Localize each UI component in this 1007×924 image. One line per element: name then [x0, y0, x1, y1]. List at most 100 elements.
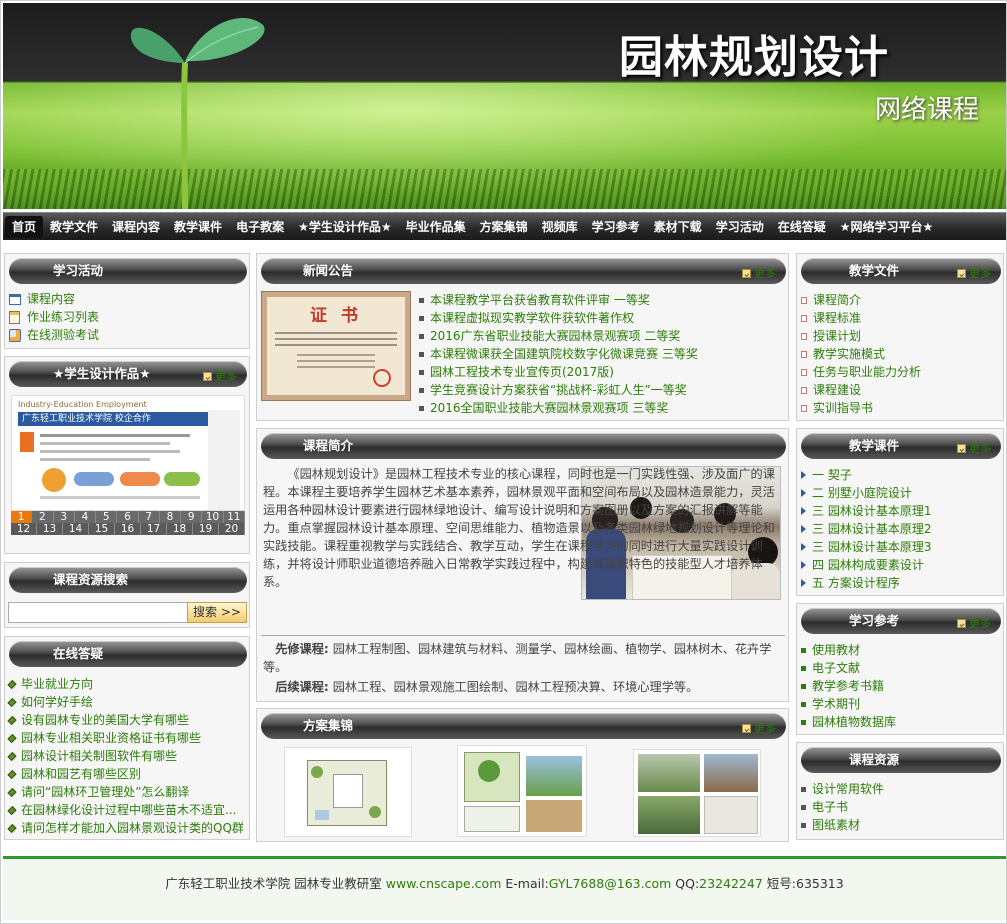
- page-number[interactable]: 20: [219, 523, 245, 535]
- qa-item[interactable]: 请问“园林环卫管理处”怎么翻译: [5, 783, 249, 801]
- more-icon: [203, 371, 212, 381]
- nav-course-content[interactable]: 课程内容: [105, 216, 167, 238]
- page-number[interactable]: 13: [37, 523, 63, 535]
- files-more[interactable]: 更多: [957, 265, 991, 281]
- page-number[interactable]: 18: [167, 523, 193, 535]
- nav-references[interactable]: 学习参考: [585, 216, 647, 238]
- page-number[interactable]: 16: [115, 523, 141, 535]
- page-number[interactable]: 5: [96, 511, 118, 523]
- news-item[interactable]: 2016广东省职业技能大赛园林景观赛项 二等奖: [415, 327, 785, 345]
- qa-item[interactable]: 在园林绿化设计过程中哪些苗木不适宜...: [5, 801, 249, 819]
- files-item[interactable]: 实训指导书: [797, 399, 1003, 417]
- resources-item[interactable]: 图纸素材: [797, 816, 1003, 834]
- refs-item[interactable]: 园林植物数据库: [797, 713, 1003, 731]
- files-item[interactable]: 教学实施模式: [797, 345, 1003, 363]
- plan-thumbnail[interactable]: [457, 745, 587, 837]
- refs-item[interactable]: 学术期刊: [797, 695, 1003, 713]
- certificate-image[interactable]: 证 书: [261, 291, 411, 401]
- files-item[interactable]: 授课计划: [797, 327, 1003, 345]
- nav-plans[interactable]: 方案集锦: [473, 216, 535, 238]
- activity-item[interactable]: 作业练习列表: [5, 308, 99, 326]
- refs-item[interactable]: 电子文献: [797, 659, 1003, 677]
- nav-slides[interactable]: 教学课件: [167, 216, 229, 238]
- plan-thumbnail[interactable]: [633, 749, 761, 837]
- news-item[interactable]: 本课程教学平台获省教育软件评审 一等奖: [415, 291, 785, 309]
- student-works-more[interactable]: 更多: [203, 368, 237, 384]
- page-number[interactable]: 7: [139, 511, 160, 523]
- resources-item[interactable]: 电子书: [797, 798, 1003, 816]
- slides-item[interactable]: 四 园林构成要素设计: [797, 556, 1003, 574]
- qa-item[interactable]: 毕业就业方向: [5, 675, 249, 693]
- refs-more[interactable]: 更多: [957, 615, 991, 631]
- page-number[interactable]: 9: [181, 511, 203, 523]
- files-item[interactable]: 课程建设: [797, 381, 1003, 399]
- plans-more[interactable]: 更多: [742, 720, 776, 736]
- resources-item[interactable]: 设计常用软件: [797, 780, 1003, 798]
- news-item[interactable]: 2016全国职业技能大赛园林景观赛项 三等奖: [415, 399, 785, 417]
- slides-item[interactable]: 二 别墅小庭院设计: [797, 484, 1003, 502]
- page-number[interactable]: 12: [11, 523, 37, 535]
- qa-item[interactable]: 园林专业相关职业资格证书有哪些: [5, 729, 249, 747]
- search-panel: 课程资源搜索 搜索 >>: [4, 562, 250, 628]
- slides-item[interactable]: 三 园林设计基本原理3: [797, 538, 1003, 556]
- qa-item[interactable]: 请问怎样才能加入园林景观设计类的QQ群: [5, 819, 249, 837]
- nav-videos[interactable]: 视频库: [535, 216, 585, 238]
- activity-item-label[interactable]: 在线测验考试: [27, 326, 99, 344]
- files-item[interactable]: 任务与职业能力分析: [797, 363, 1003, 381]
- files-item[interactable]: 课程简介: [797, 291, 1003, 309]
- slides-item[interactable]: 三 园林设计基本原理1: [797, 502, 1003, 520]
- activity-item-label[interactable]: 作业练习列表: [27, 308, 99, 326]
- search-input[interactable]: [8, 602, 188, 623]
- qa-item[interactable]: 园林设计相关制图软件有哪些: [5, 747, 249, 765]
- page-number[interactable]: 14: [63, 523, 89, 535]
- news-more[interactable]: 更多: [742, 265, 776, 281]
- search-button[interactable]: 搜索 >>: [187, 602, 247, 623]
- news-item[interactable]: 园林工程技术专业宣传页(2017版): [415, 363, 785, 381]
- footer-site-link[interactable]: www.cnscape.com: [386, 876, 502, 891]
- page-number[interactable]: 6: [117, 511, 139, 523]
- refs-item[interactable]: 使用教材: [797, 641, 1003, 659]
- nav-downloads[interactable]: 素材下载: [647, 216, 709, 238]
- page-number[interactable]: 11: [224, 511, 245, 523]
- page-number[interactable]: 17: [141, 523, 167, 535]
- activity-item-label[interactable]: 课程内容: [27, 290, 75, 308]
- news-item[interactable]: 学生竞赛设计方案获省“挑战杯-彩虹人生”一等奖: [415, 381, 785, 399]
- qa-item[interactable]: 设有园林专业的美国大学有哪些: [5, 711, 249, 729]
- qa-list: 毕业就业方向 如何学好手绘 设有园林专业的美国大学有哪些 园林专业相关职业资格证…: [5, 675, 249, 837]
- page-number[interactable]: 19: [193, 523, 219, 535]
- footer-email-link[interactable]: GYL7688@163.com: [549, 876, 672, 891]
- activity-item[interactable]: 课程内容: [5, 290, 99, 308]
- page-number[interactable]: 1: [11, 511, 33, 523]
- nav-activities[interactable]: 学习活动: [709, 216, 771, 238]
- student-work-poster[interactable]: Industry-Education Employment 广东轻工职业技术学院…: [11, 395, 245, 511]
- files-item[interactable]: 课程标准: [797, 309, 1003, 327]
- nav-student-works[interactable]: ★学生设计作品★: [291, 216, 399, 238]
- slides-more[interactable]: 更多: [957, 440, 991, 456]
- page-number[interactable]: 2: [32, 511, 54, 523]
- diamond-bullet-icon: [7, 823, 17, 833]
- page-number[interactable]: 8: [160, 511, 182, 523]
- plan-thumbnail[interactable]: [284, 747, 412, 837]
- refs-item[interactable]: 教学参考书籍: [797, 677, 1003, 695]
- news-item[interactable]: 本课程微课获全国建筑院校数字化微课竞赛 三等奖: [415, 345, 785, 363]
- slides-item[interactable]: 三 园林设计基本原理2: [797, 520, 1003, 538]
- slides-item[interactable]: 一 契子: [797, 466, 1003, 484]
- page-number[interactable]: 4: [75, 511, 97, 523]
- nav-teaching-files[interactable]: 教学文件: [43, 216, 105, 238]
- qa-item[interactable]: 园林和园艺有哪些区别: [5, 765, 249, 783]
- news-item[interactable]: 本课程虚拟现实教学软件获软件著作权: [415, 309, 785, 327]
- qa-item[interactable]: 如何学好手绘: [5, 693, 249, 711]
- nav-graduation-works[interactable]: 毕业作品集: [399, 216, 473, 238]
- activity-item[interactable]: 在线测验考试: [5, 326, 99, 344]
- page-number[interactable]: 3: [54, 511, 75, 523]
- slides-item[interactable]: 五 方案设计程序: [797, 574, 1003, 592]
- nav-qa[interactable]: 在线答疑: [771, 216, 833, 238]
- files-title: 教学文件: [849, 263, 900, 278]
- nav-platform[interactable]: ★网络学习平台★: [833, 216, 941, 238]
- nav-home[interactable]: 首页: [5, 215, 44, 238]
- page-number[interactable]: 10: [202, 511, 224, 523]
- banner: 园林规划设计 网络课程: [3, 3, 1006, 209]
- page-number[interactable]: 15: [89, 523, 115, 535]
- more-icon: [957, 618, 966, 628]
- nav-lesson-plans[interactable]: 电子教案: [229, 216, 291, 238]
